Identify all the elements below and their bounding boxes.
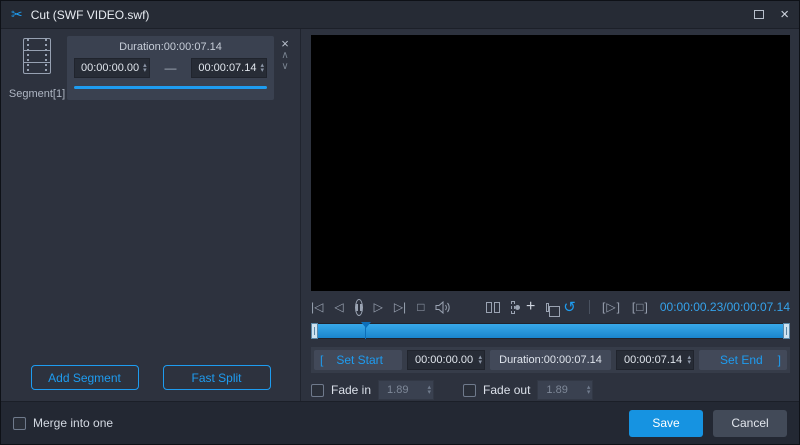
cut-dialog: ✂ Cut (SWF VIDEO.swf) × Segment[1] Durat…	[0, 0, 800, 445]
playback-controls: |◁ ◁ ▷ ▷| □ + ↺ [▷] [□] 00:00:00.23/00:0…	[311, 295, 790, 319]
spin-down-icon[interactable]: ▾	[587, 389, 591, 396]
trim-controls: [ Set Start 00:00:00.00 ▴ ▾ Duration:00:…	[311, 347, 790, 373]
playhead-marker[interactable]	[361, 322, 372, 339]
maximize-icon	[754, 10, 765, 19]
fast-split-button[interactable]: Fast Split	[162, 365, 271, 390]
maximize-button[interactable]	[754, 10, 765, 19]
timeline-start-handle[interactable]	[311, 323, 318, 339]
timeline-selection[interactable]	[311, 324, 790, 338]
total-time: 00:00:07.14	[726, 300, 790, 314]
fade-in-checkbox[interactable]	[311, 383, 324, 397]
spin-down-icon[interactable]: ▾	[687, 359, 691, 366]
stop-clip-icon[interactable]: [□]	[632, 300, 649, 314]
segment-move-down-icon[interactable]: ∨	[281, 61, 288, 72]
timeline[interactable]	[311, 322, 790, 339]
copy-segment-icon[interactable]	[546, 302, 561, 317]
save-button[interactable]: Save	[629, 409, 703, 437]
cancel-button[interactable]: Cancel	[713, 409, 787, 437]
footer-buttons: Save Cancel	[629, 409, 787, 437]
timeline-end-handle[interactable]	[783, 323, 790, 339]
fade-out-input[interactable]: 1.89 ▴ ▾	[537, 380, 594, 400]
merge-label: Merge into one	[33, 416, 114, 430]
end-bracket: ]	[777, 353, 781, 367]
skip-end-icon[interactable]: ▷|	[394, 300, 406, 314]
current-time: 00:00:00.23	[659, 300, 724, 314]
fade-out-spinner[interactable]: ▴ ▾	[587, 384, 591, 396]
dialog-body: Segment[1] Duration:00:00:07.14 00:00:00…	[1, 29, 799, 403]
segment-actions: × ∧ ∨	[274, 36, 296, 100]
preview-panel: |◁ ◁ ▷ ▷| □ + ↺ [▷] [□] 00:00:00.23/00:0…	[301, 29, 799, 403]
end-time-input[interactable]: 00:00:07.14 ▴ ▾	[616, 350, 694, 370]
window-title: Cut (SWF VIDEO.swf)	[30, 7, 150, 22]
range-dash: —	[164, 61, 177, 75]
segment-end-input[interactable]: 00:00:07.14 ▴ ▾	[191, 58, 267, 78]
duration-display: Duration:00:00:07.14	[490, 350, 611, 370]
segment-start-spinner[interactable]: ▴ ▾	[143, 62, 147, 74]
fade-in-label: Fade in	[331, 383, 372, 397]
film-strip-icon	[23, 38, 51, 74]
fade-in-value: 1.89	[387, 384, 409, 396]
segment-panel: Segment[1] Duration:00:00:07.14 00:00:00…	[1, 29, 301, 403]
set-end-button[interactable]: Set End ]	[699, 350, 787, 370]
footer: Merge into one Save Cancel	[1, 401, 799, 444]
fade-in-spinner[interactable]: ▴ ▾	[428, 384, 432, 396]
segment-progress-bar	[74, 86, 267, 89]
skip-start-icon[interactable]: |◁	[311, 300, 323, 314]
set-start-button[interactable]: [ Set Start	[314, 350, 402, 370]
play-clip-icon[interactable]: [▷]	[602, 300, 621, 314]
end-time-spinner[interactable]: ▴ ▾	[687, 354, 691, 366]
prev-frame-icon[interactable]: ◁	[334, 300, 343, 314]
segment-item[interactable]: Segment[1] Duration:00:00:07.14 00:00:00…	[1, 29, 300, 100]
add-split-point-icon[interactable]: +	[526, 299, 535, 315]
segment-label: Segment[1]	[8, 88, 66, 100]
fade-out-checkbox[interactable]	[463, 383, 477, 397]
segment-delete-icon[interactable]: ×	[281, 37, 289, 50]
fade-out-value: 1.89	[546, 384, 568, 396]
close-button[interactable]: ×	[780, 7, 789, 22]
spin-down-icon[interactable]: ▾	[478, 359, 482, 366]
segment-move-up-icon[interactable]: ∧	[281, 50, 288, 61]
segment-duration-label: Duration:00:00:07.14	[119, 41, 222, 53]
start-time-input[interactable]: 00:00:00.00 ▴ ▾	[407, 350, 485, 370]
window-buttons: ×	[754, 7, 789, 22]
fade-out-label: Fade out	[483, 383, 531, 397]
snapshot-icon[interactable]	[511, 300, 520, 314]
segment-start-value: 00:00:00.00	[81, 62, 140, 74]
segment-end-spinner[interactable]: ▴ ▾	[260, 62, 264, 74]
segment-panel-buttons: Add Segment Fast Split	[1, 365, 300, 390]
spin-down-icon[interactable]: ▾	[260, 67, 264, 74]
pause-icon[interactable]	[354, 298, 363, 316]
start-time-spinner[interactable]: ▴ ▾	[478, 354, 482, 366]
spin-down-icon[interactable]: ▾	[143, 67, 147, 74]
segment-start-input[interactable]: 00:00:00.00 ▴ ▾	[74, 58, 150, 78]
add-segment-button[interactable]: Add Segment	[30, 365, 139, 390]
reset-icon[interactable]: ↺	[563, 298, 576, 316]
split-view-icon[interactable]	[486, 301, 501, 313]
next-frame-icon[interactable]: ▷	[374, 300, 383, 314]
segment-end-value: 00:00:07.14	[198, 62, 257, 74]
set-start-label: Set Start	[336, 353, 384, 367]
volume-icon[interactable]	[435, 300, 451, 314]
end-time-value: 00:00:07.14	[624, 354, 683, 366]
fade-in-input[interactable]: 1.89 ▴ ▾	[378, 380, 435, 400]
stop-icon[interactable]: □	[417, 300, 424, 314]
video-preview	[311, 35, 790, 291]
start-time-value: 00:00:00.00	[415, 354, 474, 366]
segment-time-range: 00:00:00.00 ▴ ▾ — 00:00:07.14 ▴ ▾	[74, 58, 267, 78]
segment-thumb: Segment[1]	[9, 36, 65, 100]
spin-down-icon[interactable]: ▾	[428, 389, 432, 396]
segment-card: Duration:00:00:07.14 00:00:00.00 ▴ ▾ — 0…	[67, 36, 274, 100]
scissors-icon: ✂	[11, 6, 23, 22]
titlebar: ✂ Cut (SWF VIDEO.swf) ×	[1, 1, 799, 29]
fade-controls: Fade in 1.89 ▴ ▾ Fade out 1.89 ▴ ▾	[311, 379, 790, 401]
merge-checkbox[interactable]	[13, 416, 26, 430]
time-display: 00:00:00.23/00:00:07.14	[660, 300, 790, 314]
set-end-label: Set End	[719, 353, 763, 367]
